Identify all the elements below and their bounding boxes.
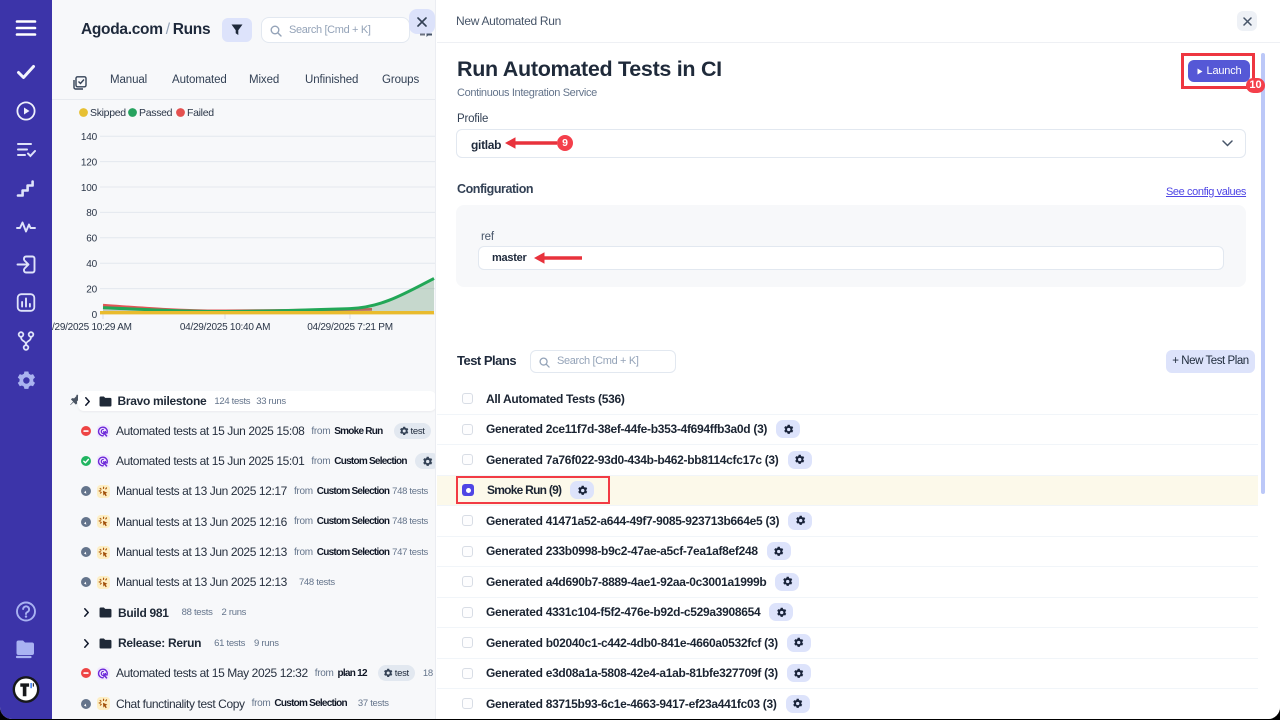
svg-text:Passed: Passed <box>139 107 173 119</box>
svg-text:140: 140 <box>81 132 98 143</box>
svg-text:/29/2025 10:29 AM: /29/2025 10:29 AM <box>52 322 132 333</box>
svg-text:20: 20 <box>86 284 97 295</box>
svg-text:04/29/2025 10:40 AM: 04/29/2025 10:40 AM <box>180 322 270 333</box>
svg-text:80: 80 <box>86 208 97 219</box>
svg-text:60: 60 <box>86 234 97 245</box>
svg-text:0: 0 <box>92 310 98 321</box>
svg-text:Failed: Failed <box>187 107 214 119</box>
svg-text:120: 120 <box>81 157 98 168</box>
svg-text:04/29/2025 7:21 PM: 04/29/2025 7:21 PM <box>307 322 393 333</box>
svg-text:40: 40 <box>86 259 97 270</box>
svg-text:Skipped: Skipped <box>90 107 126 119</box>
svg-text:100: 100 <box>81 183 98 194</box>
